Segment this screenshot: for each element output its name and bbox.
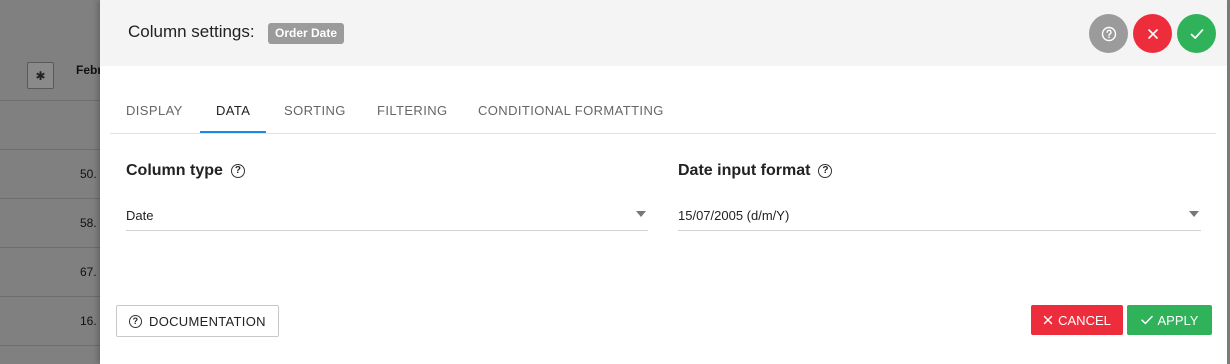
tab-filtering[interactable]: FILTERING bbox=[361, 92, 464, 133]
close-icon bbox=[1043, 315, 1053, 325]
apply-button[interactable]: APPLY bbox=[1127, 305, 1212, 335]
help-icon[interactable]: ? bbox=[818, 164, 833, 178]
tab-data[interactable]: DATA bbox=[200, 92, 267, 133]
row-divider bbox=[0, 149, 100, 150]
row-divider bbox=[0, 100, 100, 101]
help-button[interactable] bbox=[1089, 14, 1128, 53]
apply-label: APPLY bbox=[1157, 312, 1199, 328]
table-cell: 50. bbox=[80, 167, 97, 181]
caret-down-icon bbox=[636, 211, 646, 217]
date-input-format-value: 15/07/2005 (d/m/Y) bbox=[678, 208, 790, 223]
help-icon: ? bbox=[129, 314, 142, 328]
row-divider bbox=[0, 247, 100, 248]
documentation-button[interactable]: ? DOCUMENTATION bbox=[116, 305, 279, 337]
caret-down-icon bbox=[1189, 211, 1199, 217]
modal-header: Column settings: Order Date bbox=[100, 0, 1227, 66]
row-divider bbox=[0, 296, 100, 297]
settings-tabs: DISPLAY DATA SORTING FILTERING CONDITION… bbox=[110, 92, 1216, 134]
column-type-value: Date bbox=[126, 208, 154, 223]
date-input-format-label: Date input format ? bbox=[678, 162, 833, 180]
column-type-label: Column type ? bbox=[126, 162, 245, 180]
date-input-format-select[interactable]: 15/07/2005 (d/m/Y) bbox=[678, 200, 1201, 231]
check-icon bbox=[1140, 315, 1153, 325]
column-type-label-text: Column type bbox=[126, 162, 223, 179]
modal-title: Column settings: bbox=[128, 22, 255, 41]
close-button[interactable] bbox=[1133, 14, 1172, 53]
documentation-label: DOCUMENTATION bbox=[149, 313, 266, 329]
table-cell: 67. bbox=[80, 265, 97, 279]
column-type-select[interactable]: Date bbox=[126, 200, 648, 231]
table-cell: 58. bbox=[80, 216, 97, 230]
table-cell: 16. bbox=[80, 314, 97, 328]
column-name-badge: Order Date bbox=[268, 23, 345, 44]
column-header: Febr bbox=[76, 63, 103, 77]
tab-display[interactable]: DISPLAY bbox=[110, 92, 199, 133]
row-divider bbox=[0, 198, 100, 199]
tab-conditional-formatting[interactable]: CONDITIONAL FORMATTING bbox=[462, 92, 680, 133]
column-settings-modal: Column settings: Order Date DISPLAY DATA… bbox=[100, 0, 1227, 364]
date-input-format-label-text: Date input format bbox=[678, 162, 811, 179]
check-icon bbox=[1190, 28, 1203, 39]
row-divider bbox=[0, 345, 100, 346]
confirm-button[interactable] bbox=[1177, 14, 1216, 53]
gear-icon: ✱ bbox=[27, 62, 54, 89]
close-icon bbox=[1147, 28, 1158, 39]
help-icon[interactable]: ? bbox=[230, 164, 245, 178]
cancel-label: CANCEL bbox=[1058, 312, 1111, 328]
tab-sorting[interactable]: SORTING bbox=[268, 92, 362, 133]
help-icon bbox=[1101, 26, 1116, 41]
background-table: ✱ Febr 50. 58. 67. 16. bbox=[0, 0, 103, 364]
cancel-button[interactable]: CANCEL bbox=[1031, 305, 1123, 335]
